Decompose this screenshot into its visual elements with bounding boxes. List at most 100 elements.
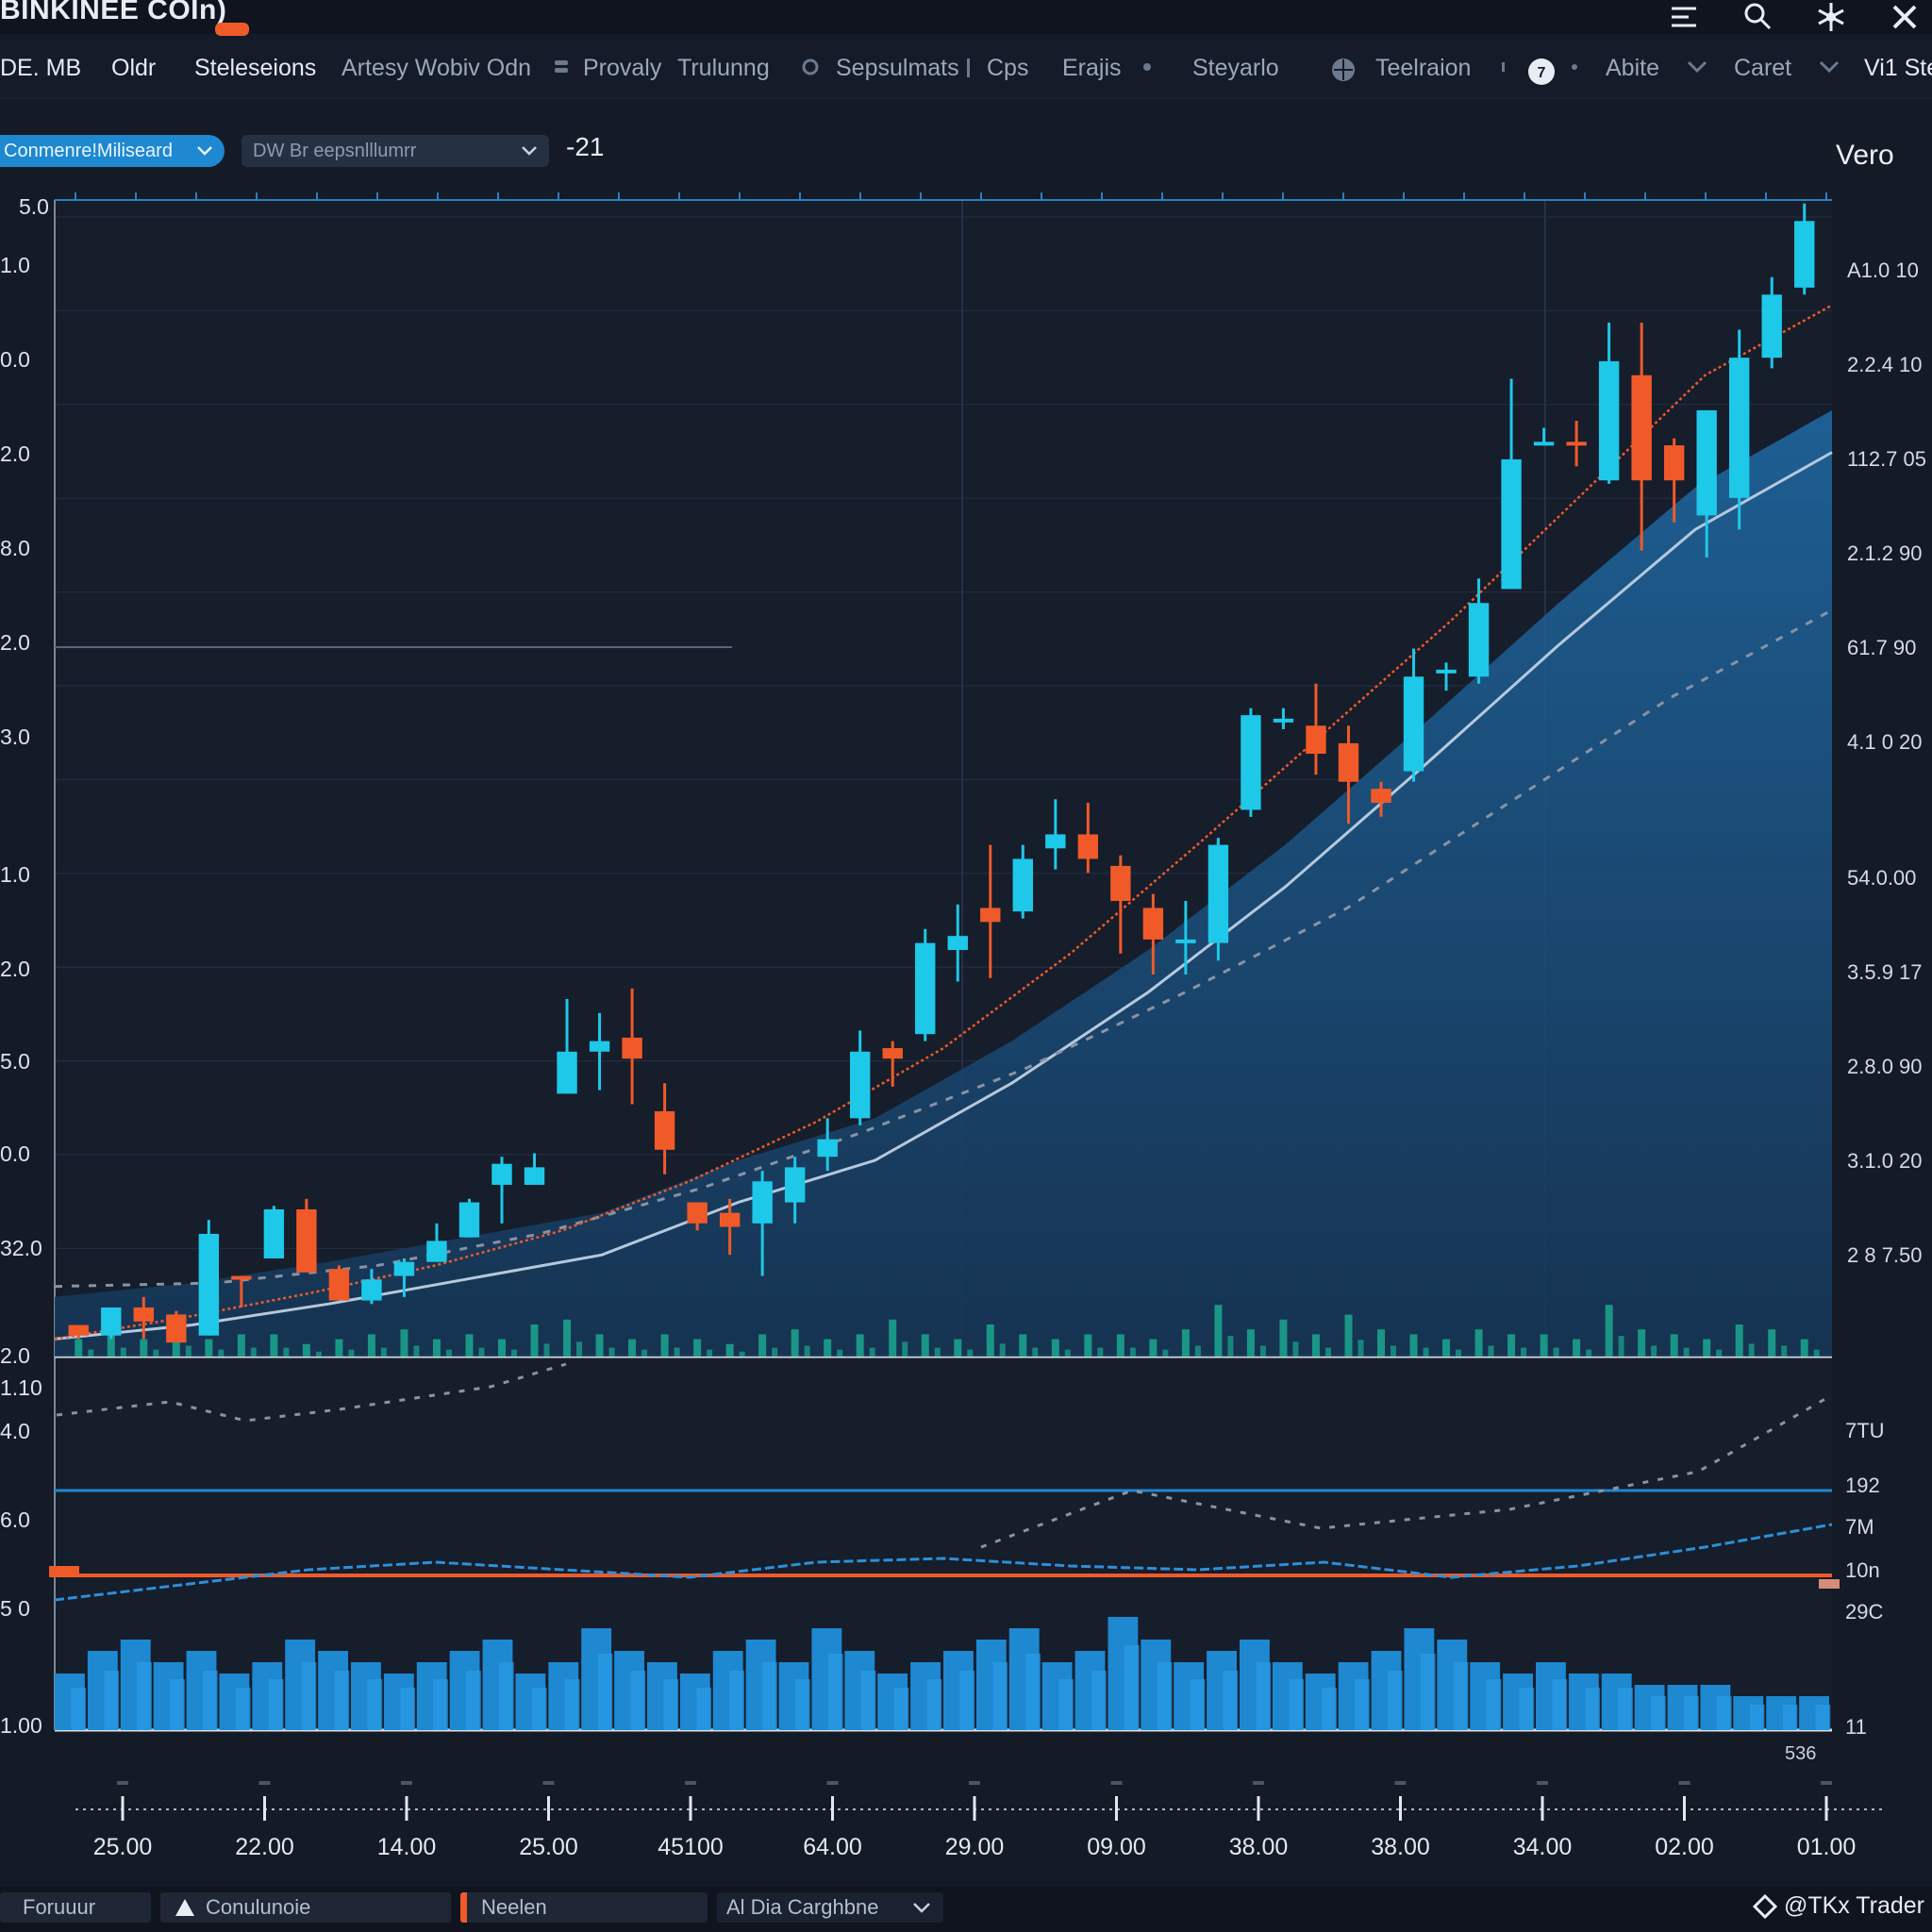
volume-bar xyxy=(595,1334,604,1357)
oscillator-bar xyxy=(1585,1688,1601,1730)
candle-body xyxy=(263,1208,285,1258)
price-chart[interactable] xyxy=(0,0,1932,1932)
oscillator-bar xyxy=(1453,1662,1469,1730)
volume-bar xyxy=(1456,1349,1462,1357)
y-axis-left-label: 3.0 xyxy=(0,724,30,749)
x-axis-label: 29.00 xyxy=(944,1834,1005,1860)
candle-body xyxy=(1110,865,1131,902)
volume-bar xyxy=(478,1347,485,1357)
oscillator-bar xyxy=(531,1688,547,1730)
candle-body xyxy=(231,1275,252,1280)
oscillator-bar xyxy=(1058,1679,1074,1730)
candle-body xyxy=(850,1051,871,1119)
y-axis-left-sub-label: 6.0 xyxy=(0,1507,30,1532)
volume-bar xyxy=(739,1351,745,1357)
oscillator-bar xyxy=(1355,1679,1370,1730)
candle-body xyxy=(1077,834,1099,859)
candle-body xyxy=(133,1307,154,1322)
oscillator-bar xyxy=(663,1679,679,1730)
volume-bar xyxy=(1259,1345,1266,1357)
candle-body xyxy=(426,1241,447,1262)
volume-bar xyxy=(1019,1334,1027,1357)
status-tab-label: Foruuur xyxy=(23,1895,96,1919)
volume-bar xyxy=(1181,1329,1190,1357)
oscillator-bar xyxy=(992,1662,1008,1730)
candle-body xyxy=(1175,939,1196,943)
candle-body xyxy=(1468,603,1490,677)
oscillator-bar xyxy=(1486,1679,1502,1730)
oscillator-bar xyxy=(1618,1688,1633,1730)
y-axis-right-label: A1.0 10 xyxy=(1847,258,1919,282)
oscillator-bar xyxy=(268,1679,284,1730)
oscillator-bar xyxy=(1684,1696,1699,1730)
oscillator-bar xyxy=(762,1662,777,1730)
volume-bar xyxy=(270,1334,278,1357)
volume-bar xyxy=(921,1334,929,1357)
oscillator-bar xyxy=(466,1671,481,1730)
volume-bar xyxy=(1703,1339,1711,1357)
status-tab-conulunoie[interactable]: Conulunoie xyxy=(160,1892,451,1923)
volume-bar xyxy=(1618,1336,1624,1357)
x-axis-label: 01.00 xyxy=(1796,1834,1857,1860)
chevron-down-icon xyxy=(913,1903,930,1913)
status-tab-label: Neelen xyxy=(481,1895,547,1919)
y-axis-left-sub-label: 4.0 xyxy=(0,1419,30,1443)
volume-bar xyxy=(725,1343,734,1357)
volume-bar xyxy=(335,1339,343,1357)
volume-bar xyxy=(934,1347,941,1357)
oscillator-bar xyxy=(1025,1654,1041,1730)
volume-bar xyxy=(1605,1305,1613,1357)
volume-bar xyxy=(367,1334,375,1357)
candle-body xyxy=(1729,358,1750,498)
status-tab-foruuur[interactable]: Foruuur xyxy=(0,1892,151,1923)
volume-bar xyxy=(1573,1339,1581,1357)
candle-body xyxy=(557,1051,577,1094)
x-axis-label: 45100 xyxy=(658,1834,724,1860)
volume-bar xyxy=(608,1347,615,1357)
volume-bar xyxy=(1162,1349,1169,1357)
volume-bar xyxy=(660,1334,669,1357)
volume-bar xyxy=(1768,1329,1776,1357)
volume-bar xyxy=(432,1339,441,1357)
status-tab-caegbne[interactable]: Al Dia Carghbne xyxy=(717,1892,943,1923)
y-axis-right-label: 3.1.0 20 xyxy=(1847,1149,1923,1173)
x-axis-label: 34.00 xyxy=(1512,1834,1573,1860)
volume-bar xyxy=(1781,1345,1788,1357)
volume-bar xyxy=(902,1341,908,1357)
oscillator-bar xyxy=(630,1671,646,1730)
volume-bar xyxy=(1391,1345,1396,1357)
volume-bar xyxy=(693,1339,702,1357)
y-axis-right-label: 61.7 90 xyxy=(1847,636,1917,659)
volume-bar xyxy=(185,1345,192,1357)
candle-body xyxy=(1598,360,1620,481)
x-axis xyxy=(75,1781,1883,1821)
volume-bar xyxy=(1748,1343,1755,1357)
volume-bar xyxy=(1357,1340,1364,1357)
oscillator-bar xyxy=(433,1679,448,1730)
y-axis-left-label: 0.0 xyxy=(0,1141,30,1166)
oscillator-bar xyxy=(893,1688,909,1730)
candle-body xyxy=(1371,789,1391,804)
volume-bar xyxy=(758,1334,767,1357)
y-axis-left-label: 5.0 xyxy=(0,1049,30,1074)
y-axis-left-label: 2.0 xyxy=(0,1343,30,1368)
y-axis-left-label: 2.0 xyxy=(0,441,30,466)
y-axis-right-sub-label: 29C xyxy=(1845,1600,1884,1624)
candle-body xyxy=(328,1269,350,1301)
oscillator-bar xyxy=(696,1688,712,1730)
candle-body xyxy=(296,1208,317,1273)
status-tab-neelen[interactable]: Neelen xyxy=(460,1892,708,1923)
oscillator-bar xyxy=(1256,1662,1272,1730)
y-axis-left-sub-label: 5 0 xyxy=(0,1596,30,1621)
volume-bar xyxy=(1097,1347,1104,1357)
status-accent xyxy=(460,1892,467,1923)
candle-body xyxy=(622,1037,642,1059)
volume-bar xyxy=(140,1339,148,1357)
candle-body xyxy=(1403,676,1424,772)
volume-bar xyxy=(1638,1329,1646,1357)
volume-bar xyxy=(1586,1349,1592,1357)
candle-body xyxy=(1273,718,1294,723)
volume-bar xyxy=(283,1347,290,1357)
y-axis-right-label: 4.1 0 20 xyxy=(1847,730,1923,754)
volume-bar xyxy=(563,1319,572,1357)
